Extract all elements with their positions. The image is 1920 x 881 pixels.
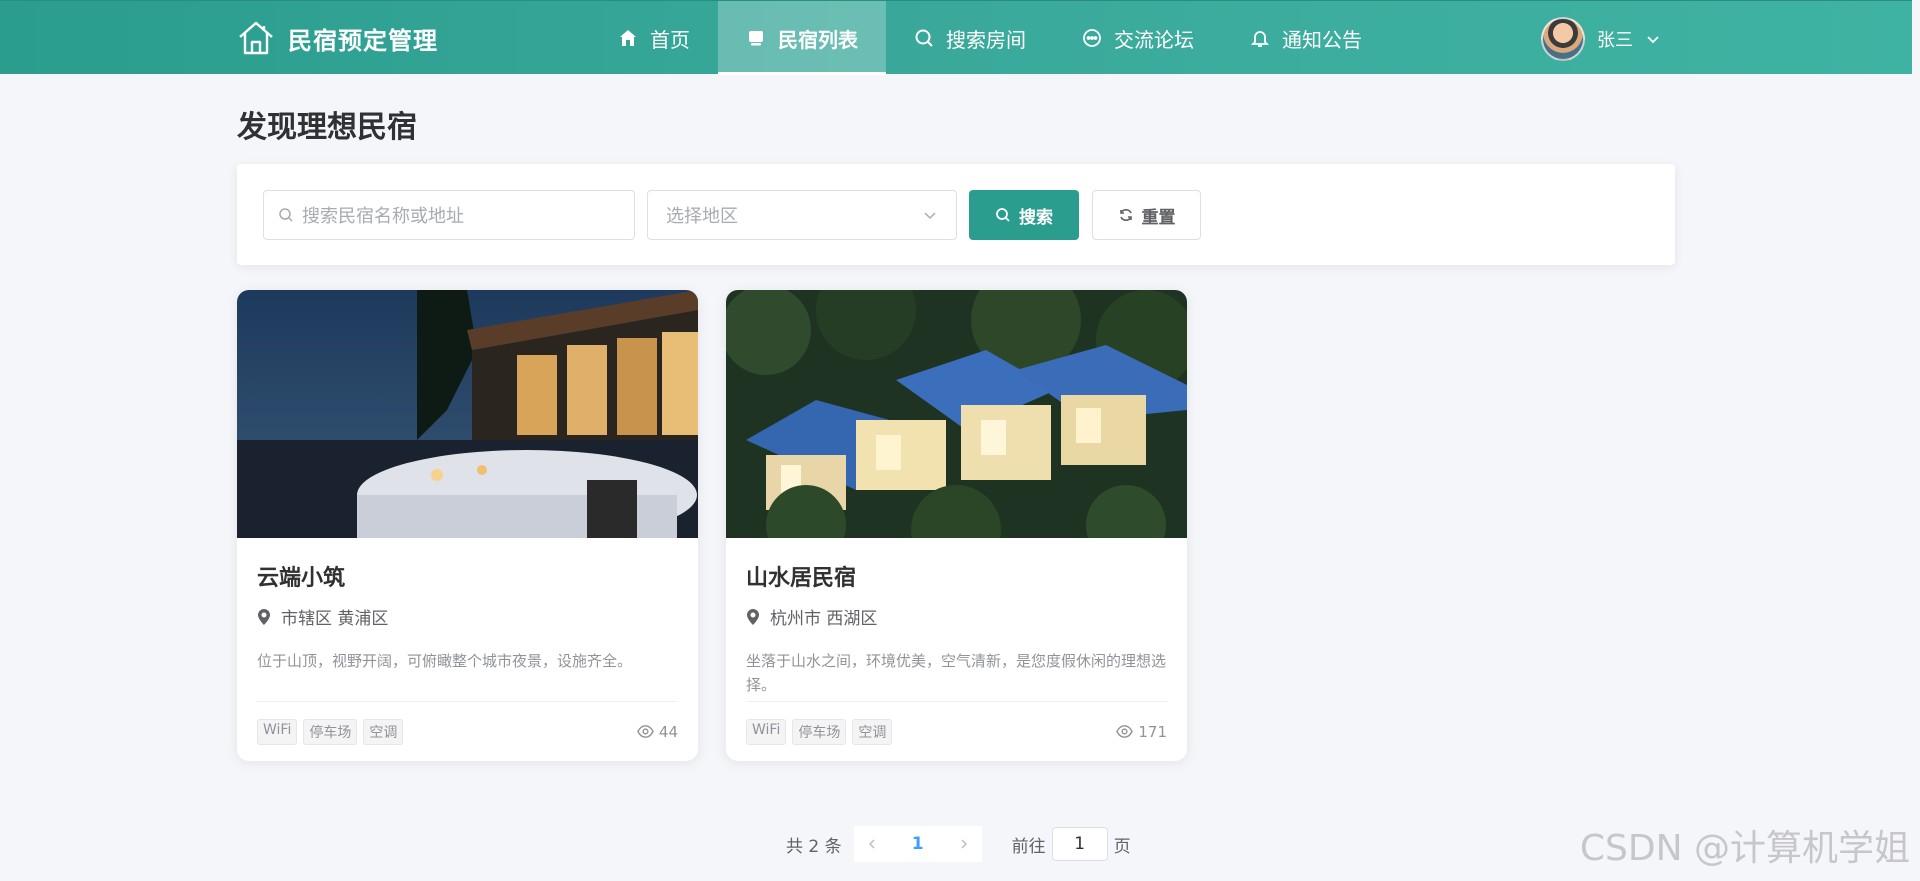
eye-icon [1116, 725, 1134, 738]
nav-search-rooms[interactable]: 搜索房间 [886, 1, 1054, 75]
homestay-name[interactable]: 云端小筑 [257, 560, 678, 592]
amenity-tag: 停车场 [303, 718, 358, 745]
reset-button[interactable]: 重置 [1092, 190, 1201, 240]
reset-button-label: 重置 [1141, 207, 1176, 228]
list-icon [749, 31, 763, 46]
amenity-tags: WiFi 停车场 空调 [746, 718, 893, 745]
chevron-down-icon [1647, 36, 1659, 44]
page-jumper: 前往 1 页 [1012, 827, 1131, 861]
amenity-tag: WiFi [257, 718, 298, 745]
view-count: 44 [637, 723, 678, 741]
user-name: 张三 [1597, 30, 1633, 51]
amenity-tags: WiFi 停车场 空调 [257, 718, 404, 745]
nav-forum[interactable]: 交流论坛 [1054, 1, 1222, 75]
house-logo-icon [239, 21, 273, 55]
region-select[interactable]: 选择地区 [647, 190, 957, 240]
nav-notices[interactable]: 通知公告 [1222, 1, 1390, 75]
search-button[interactable]: 搜索 [969, 190, 1079, 240]
search-placeholder: 搜索民宿名称或地址 [302, 206, 464, 227]
homestay-photo[interactable] [726, 290, 1187, 538]
location-text: 杭州市 西湖区 [770, 609, 878, 629]
refresh-icon [1119, 209, 1132, 221]
home-icon [620, 30, 636, 46]
mountain-lodge-photo [726, 290, 1187, 538]
search-icon [915, 29, 933, 47]
user-menu[interactable]: 张三 [1541, 17, 1661, 61]
chat-icon [1083, 29, 1101, 47]
card-footer: WiFi 停车场 空调 171 [746, 701, 1167, 761]
location-text: 市辖区 黄浦区 [281, 609, 389, 629]
pagination-total: 共 2 条 [786, 836, 842, 857]
homestay-card[interactable]: 山水居民宿 杭州市 西湖区 坐落于山水之间，环境优美，空气清新，是您度假休闲的理… [726, 290, 1187, 761]
region-placeholder: 选择地区 [666, 206, 738, 227]
nav-label: 民宿列表 [778, 27, 858, 52]
nav-label: 交流论坛 [1114, 27, 1194, 52]
bell-icon [1250, 31, 1270, 47]
homestay-location: 市辖区 黄浦区 [257, 604, 678, 629]
nav-home[interactable]: 首页 [590, 1, 718, 75]
search-panel: 搜索民宿名称或地址 选择地区 搜索 重置 [237, 164, 1675, 265]
map-pin-icon [258, 608, 270, 625]
chevron-right-icon [961, 839, 967, 849]
pagination-pages: 1 [853, 826, 982, 862]
page-title: 发现理想民宿 [237, 110, 417, 145]
amenity-tag: 停车场 [792, 718, 847, 745]
nav-label: 首页 [650, 27, 690, 52]
page-number[interactable]: 1 [890, 834, 946, 854]
chevron-down-icon [924, 212, 936, 220]
chevron-left-icon [868, 839, 875, 849]
goto-page-input[interactable]: 1 [1051, 827, 1108, 861]
pagination: 共 2 条 1 前往 1 页 [786, 826, 1131, 862]
prev-page-button[interactable] [854, 826, 890, 862]
view-count-value: 171 [1138, 722, 1167, 741]
view-count: 171 [1116, 723, 1167, 741]
nav-homestay-list[interactable]: 民宿列表 [718, 1, 886, 75]
view-count-value: 44 [658, 722, 678, 741]
map-pin-icon [747, 608, 759, 625]
homestay-photo[interactable] [237, 290, 698, 538]
nav-label: 搜索房间 [946, 27, 1026, 52]
next-page-button[interactable] [946, 826, 982, 862]
amenity-tag: 空调 [852, 718, 893, 745]
goto-suffix: 页 [1113, 836, 1131, 857]
top-navbar: 民宿预定管理 首页 民宿列表 搜索房间 交流论坛 通知公告 张三 [0, 0, 1912, 75]
search-input[interactable]: 搜索民宿名称或地址 [263, 190, 635, 240]
card-footer: WiFi 停车场 空调 44 [257, 701, 678, 761]
amenity-tag: 空调 [363, 718, 404, 745]
avatar[interactable] [1541, 17, 1585, 61]
homestay-description: 坐落于山水之间，环境优美，空气清新，是您度假休闲的理想选择。 [746, 652, 1167, 694]
main-nav: 首页 民宿列表 搜索房间 交流论坛 通知公告 [590, 1, 1390, 75]
watermark: CSDN @计算机学姐 [1579, 828, 1910, 869]
search-icon [279, 208, 293, 222]
night-terrace-photo [237, 290, 698, 538]
amenity-tag: WiFi [746, 718, 787, 745]
search-icon [996, 208, 1010, 222]
brand-title: 民宿预定管理 [288, 26, 438, 55]
search-button-label: 搜索 [1019, 207, 1053, 228]
homestay-card[interactable]: 云端小筑 市辖区 黄浦区 位于山顶，视野开阔，可俯瞰整个城市夜景，设施齐全。 W… [237, 290, 698, 761]
homestay-name[interactable]: 山水居民宿 [746, 560, 1167, 592]
goto-prefix: 前往 [1011, 836, 1046, 857]
homestay-location: 杭州市 西湖区 [746, 604, 1167, 629]
nav-label: 通知公告 [1282, 27, 1362, 52]
brand[interactable]: 民宿预定管理 [236, 18, 438, 58]
homestay-description: 位于山顶，视野开阔，可俯瞰整个城市夜景，设施齐全。 [257, 652, 633, 670]
eye-icon [637, 725, 654, 738]
